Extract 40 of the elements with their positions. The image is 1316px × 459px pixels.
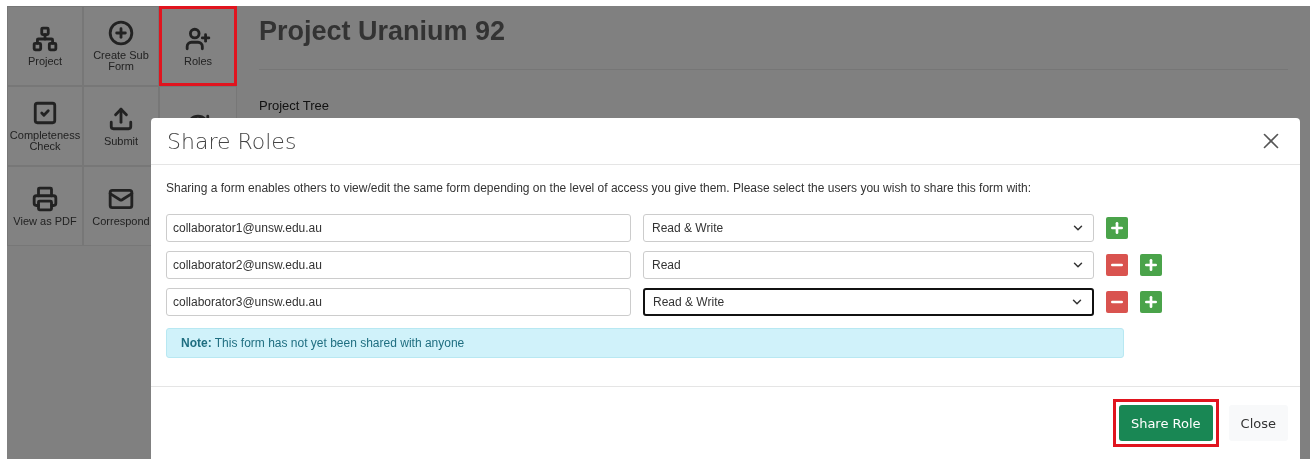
remove-button[interactable] bbox=[1106, 254, 1128, 276]
remove-button[interactable] bbox=[1106, 291, 1128, 313]
share-button[interactable]: Share Role bbox=[1118, 405, 1213, 441]
access-select[interactable]: Read & Write bbox=[643, 214, 1094, 242]
note-alert: Note: This form has not yet been shared with anyone bbox=[166, 328, 1124, 358]
sidebar-tile[interactable]: Create Sub Form bbox=[83, 6, 159, 86]
plus-icon bbox=[1143, 257, 1159, 273]
plus-icon bbox=[1109, 220, 1125, 236]
sidebar-tile[interactable]: View as PDF bbox=[7, 166, 83, 246]
add-button[interactable] bbox=[1106, 217, 1128, 239]
access-select[interactable]: Read bbox=[643, 251, 1094, 279]
hierarchy-icon bbox=[32, 25, 58, 52]
plus-icon bbox=[1143, 294, 1159, 310]
email-field[interactable]: collaborator2@unsw.edu.au bbox=[166, 251, 631, 279]
tile-label: Completeness Check bbox=[8, 130, 82, 152]
close-button[interactable]: Close bbox=[1228, 405, 1288, 441]
add-button[interactable] bbox=[1140, 291, 1162, 313]
sidebar-tile[interactable]: Completeness Check bbox=[7, 86, 83, 166]
tile-label: View as PDF bbox=[13, 215, 77, 227]
add-user-icon bbox=[185, 25, 211, 52]
printer-icon bbox=[32, 185, 58, 212]
access-select[interactable]: Read & Write bbox=[643, 288, 1094, 316]
tile-label: Submit bbox=[103, 135, 139, 147]
section-label: Project Tree bbox=[259, 98, 331, 113]
tile-label: Create Sub Form bbox=[92, 50, 150, 72]
add-button[interactable] bbox=[1140, 254, 1162, 276]
upload-icon bbox=[108, 105, 134, 132]
sidebar-tile[interactable]: Submit bbox=[83, 86, 159, 166]
intro-text: Sharing a form enables others to view/edit the same form depending on the level of access you give them. Please select the users you wish to share this form with: bbox=[166, 181, 1033, 195]
page-title: Project Uranium 92 bbox=[259, 16, 1288, 70]
tile-label: Roles bbox=[183, 55, 213, 67]
tile-label: Correspond bbox=[92, 215, 150, 227]
dialog-title: Share Roles bbox=[167, 128, 297, 154]
plus-circle-icon bbox=[108, 20, 134, 46]
checkbox-icon bbox=[32, 100, 58, 126]
email-field[interactable]: collaborator1@unsw.edu.au bbox=[166, 214, 631, 242]
sidebar-tile[interactable]: Project bbox=[7, 6, 83, 86]
sidebar-tile[interactable]: Roles bbox=[159, 6, 237, 86]
email-field[interactable]: collaborator3@unsw.edu.au bbox=[166, 288, 631, 316]
tile-label: Project bbox=[27, 55, 63, 67]
